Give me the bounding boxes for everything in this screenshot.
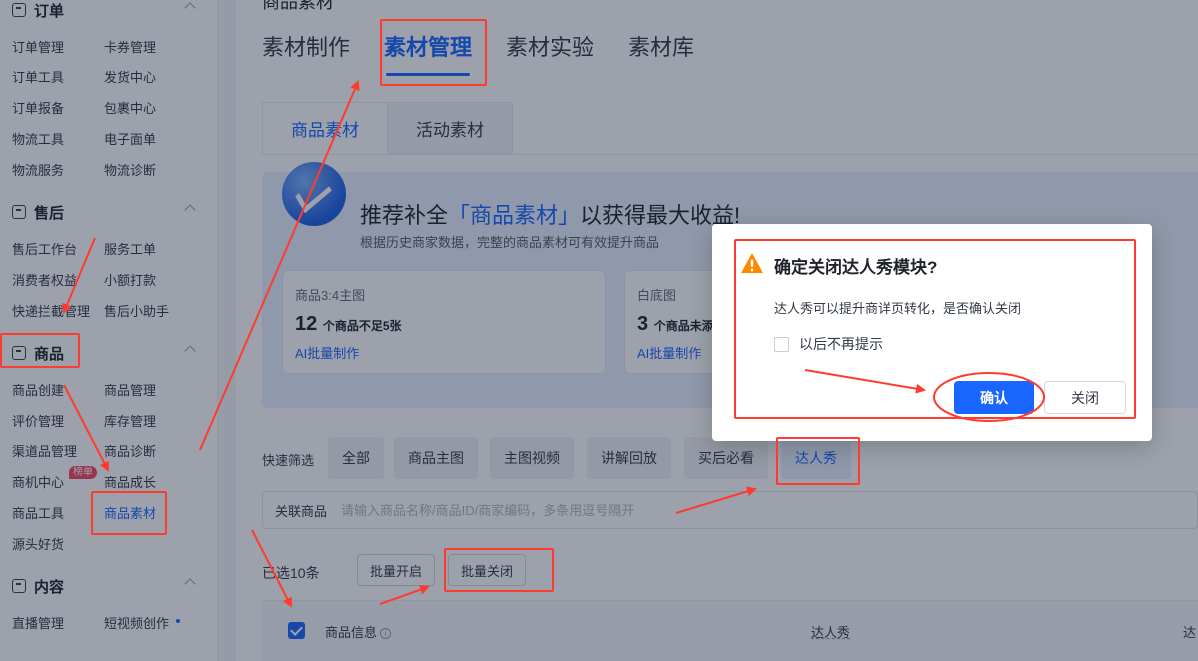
dialog-message: 达人秀可以提升商详页转化，是否确认关闭: [774, 301, 1022, 316]
close-button[interactable]: 关闭: [1044, 381, 1126, 414]
dialog-title: 确定关闭达人秀模块?: [774, 258, 938, 277]
dont-remind-checkbox[interactable]: 以后不再提示: [774, 334, 883, 354]
confirm-dialog: 确定关闭达人秀模块? 达人秀可以提升商详页转化，是否确认关闭 以后不再提示 确认…: [712, 224, 1152, 441]
confirm-button[interactable]: 确认: [954, 381, 1034, 414]
warning-icon: [741, 253, 763, 273]
checkbox[interactable]: [774, 336, 789, 352]
